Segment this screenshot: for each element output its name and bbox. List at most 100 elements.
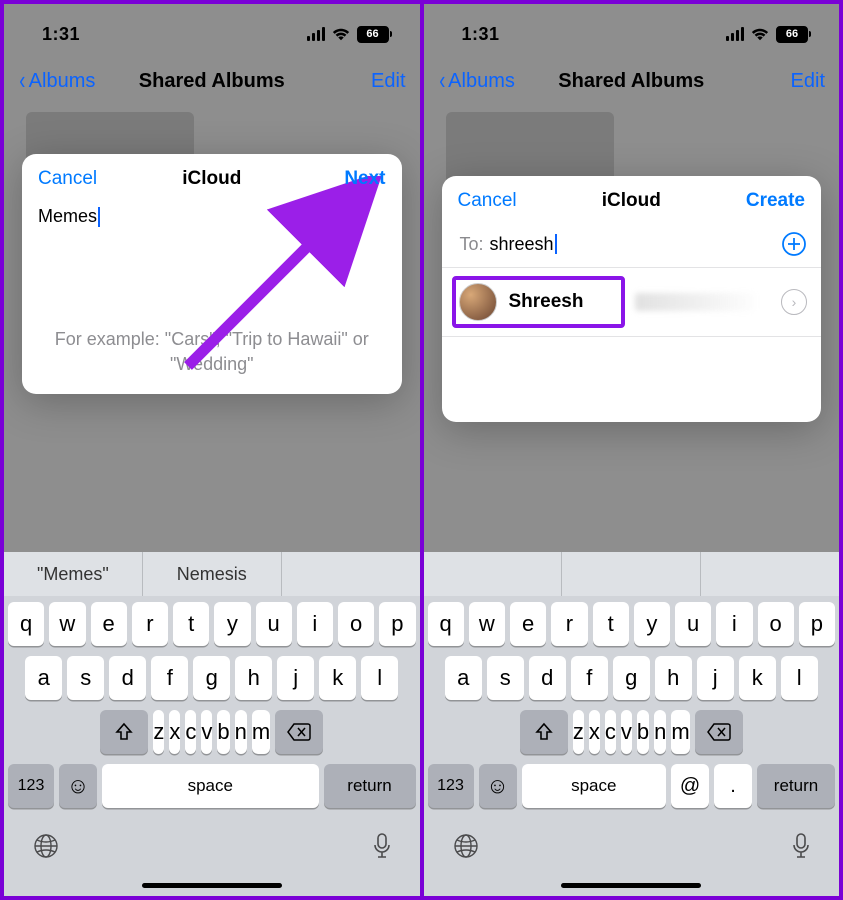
example-hint: For example: "Cars", "Trip to Hawaii" or… — [42, 327, 382, 376]
shift-key[interactable] — [520, 710, 568, 754]
mic-icon[interactable] — [791, 832, 811, 860]
key-z[interactable]: z — [153, 710, 164, 754]
key-e[interactable]: e — [91, 602, 127, 646]
key-z[interactable]: z — [573, 710, 584, 754]
key-v[interactable]: v — [621, 710, 632, 754]
key-b[interactable]: b — [217, 710, 229, 754]
wifi-icon — [331, 27, 351, 41]
key-j[interactable]: j — [697, 656, 734, 700]
key-d[interactable]: d — [529, 656, 566, 700]
emoji-key[interactable]: ☺ — [59, 764, 97, 808]
key-e[interactable]: e — [510, 602, 546, 646]
next-button[interactable]: Next — [344, 168, 385, 190]
home-indicator — [142, 883, 282, 888]
key-a[interactable]: a — [25, 656, 62, 700]
to-value: shreesh — [490, 234, 554, 255]
suggestion-1[interactable]: "Memes" — [4, 552, 143, 596]
key-r[interactable]: r — [132, 602, 168, 646]
key-y[interactable]: y — [214, 602, 250, 646]
to-field[interactable]: To: shreesh — [442, 224, 822, 267]
key-s[interactable]: s — [67, 656, 104, 700]
suggestion-1[interactable] — [424, 552, 563, 596]
screenshot-left: 1:31 66 ‹ Albums Shared Albums Edit Canc… — [4, 4, 420, 896]
space-key[interactable]: space — [102, 764, 319, 808]
screenshot-right: 1:31 66 ‹ Albums Shared Albums Edit Canc… — [424, 4, 840, 896]
return-key[interactable]: return — [757, 764, 835, 808]
backspace-key[interactable] — [275, 710, 323, 754]
disclosure-icon[interactable]: › — [781, 289, 807, 315]
key-c[interactable]: c — [185, 710, 196, 754]
symbols-key[interactable]: 123 — [428, 764, 474, 808]
key-t[interactable]: t — [593, 602, 629, 646]
suggestion-3[interactable] — [701, 552, 839, 596]
shift-key[interactable] — [100, 710, 148, 754]
cellular-icon — [307, 27, 325, 41]
key-h[interactable]: h — [655, 656, 692, 700]
key-q[interactable]: q — [8, 602, 44, 646]
key-r[interactable]: r — [551, 602, 587, 646]
return-key[interactable]: return — [324, 764, 416, 808]
key-s[interactable]: s — [487, 656, 524, 700]
key-w[interactable]: w — [469, 602, 505, 646]
symbols-key[interactable]: 123 — [8, 764, 54, 808]
key-y[interactable]: y — [634, 602, 670, 646]
key-p[interactable]: p — [379, 602, 415, 646]
key-v[interactable]: v — [201, 710, 212, 754]
suggestion-3[interactable] — [282, 552, 420, 596]
cancel-button[interactable]: Cancel — [38, 168, 97, 190]
globe-icon[interactable] — [452, 832, 480, 860]
dot-key[interactable]: . — [714, 764, 752, 808]
key-f[interactable]: f — [151, 656, 188, 700]
key-l[interactable]: l — [361, 656, 398, 700]
key-g[interactable]: g — [613, 656, 650, 700]
key-h[interactable]: h — [235, 656, 272, 700]
contact-suggestion-row[interactable]: Shreesh › — [442, 267, 822, 337]
key-n[interactable]: n — [654, 710, 666, 754]
keyboard: "Memes" Nemesis qwertyuiop asdfghjkl zxc… — [4, 552, 420, 896]
suggestion-bar — [424, 552, 840, 596]
key-k[interactable]: k — [739, 656, 776, 700]
key-u[interactable]: u — [675, 602, 711, 646]
key-o[interactable]: o — [758, 602, 794, 646]
key-m[interactable]: m — [671, 710, 689, 754]
to-label: To: — [460, 234, 484, 255]
nav-title: Shared Albums — [4, 70, 420, 93]
globe-icon[interactable] — [32, 832, 60, 860]
key-m[interactable]: m — [252, 710, 270, 754]
key-t[interactable]: t — [173, 602, 209, 646]
emoji-key[interactable]: ☺ — [479, 764, 517, 808]
key-u[interactable]: u — [256, 602, 292, 646]
contact-highlight: Shreesh — [452, 276, 626, 328]
key-x[interactable]: x — [589, 710, 600, 754]
backspace-key[interactable] — [695, 710, 743, 754]
key-o[interactable]: o — [338, 602, 374, 646]
key-x[interactable]: x — [169, 710, 180, 754]
key-c[interactable]: c — [605, 710, 616, 754]
suggestion-2[interactable]: Nemesis — [143, 552, 282, 596]
key-w[interactable]: w — [49, 602, 85, 646]
key-j[interactable]: j — [277, 656, 314, 700]
status-bar: 1:31 66 — [424, 14, 840, 54]
key-f[interactable]: f — [571, 656, 608, 700]
key-a[interactable]: a — [445, 656, 482, 700]
cancel-button[interactable]: Cancel — [458, 190, 517, 212]
key-i[interactable]: i — [297, 602, 333, 646]
mic-icon[interactable] — [372, 832, 392, 860]
album-name-input[interactable]: Memes — [22, 202, 402, 227]
space-key[interactable]: space — [522, 764, 667, 808]
key-l[interactable]: l — [781, 656, 818, 700]
key-g[interactable]: g — [193, 656, 230, 700]
at-key[interactable]: @ — [671, 764, 709, 808]
add-contact-button[interactable] — [781, 231, 807, 257]
suggestion-2[interactable] — [562, 552, 701, 596]
create-button[interactable]: Create — [746, 190, 805, 212]
key-d[interactable]: d — [109, 656, 146, 700]
key-b[interactable]: b — [637, 710, 649, 754]
key-k[interactable]: k — [319, 656, 356, 700]
edit-button[interactable]: Edit — [371, 70, 405, 93]
key-p[interactable]: p — [799, 602, 835, 646]
key-n[interactable]: n — [235, 710, 247, 754]
key-q[interactable]: q — [428, 602, 464, 646]
edit-button[interactable]: Edit — [791, 70, 825, 93]
key-i[interactable]: i — [716, 602, 752, 646]
